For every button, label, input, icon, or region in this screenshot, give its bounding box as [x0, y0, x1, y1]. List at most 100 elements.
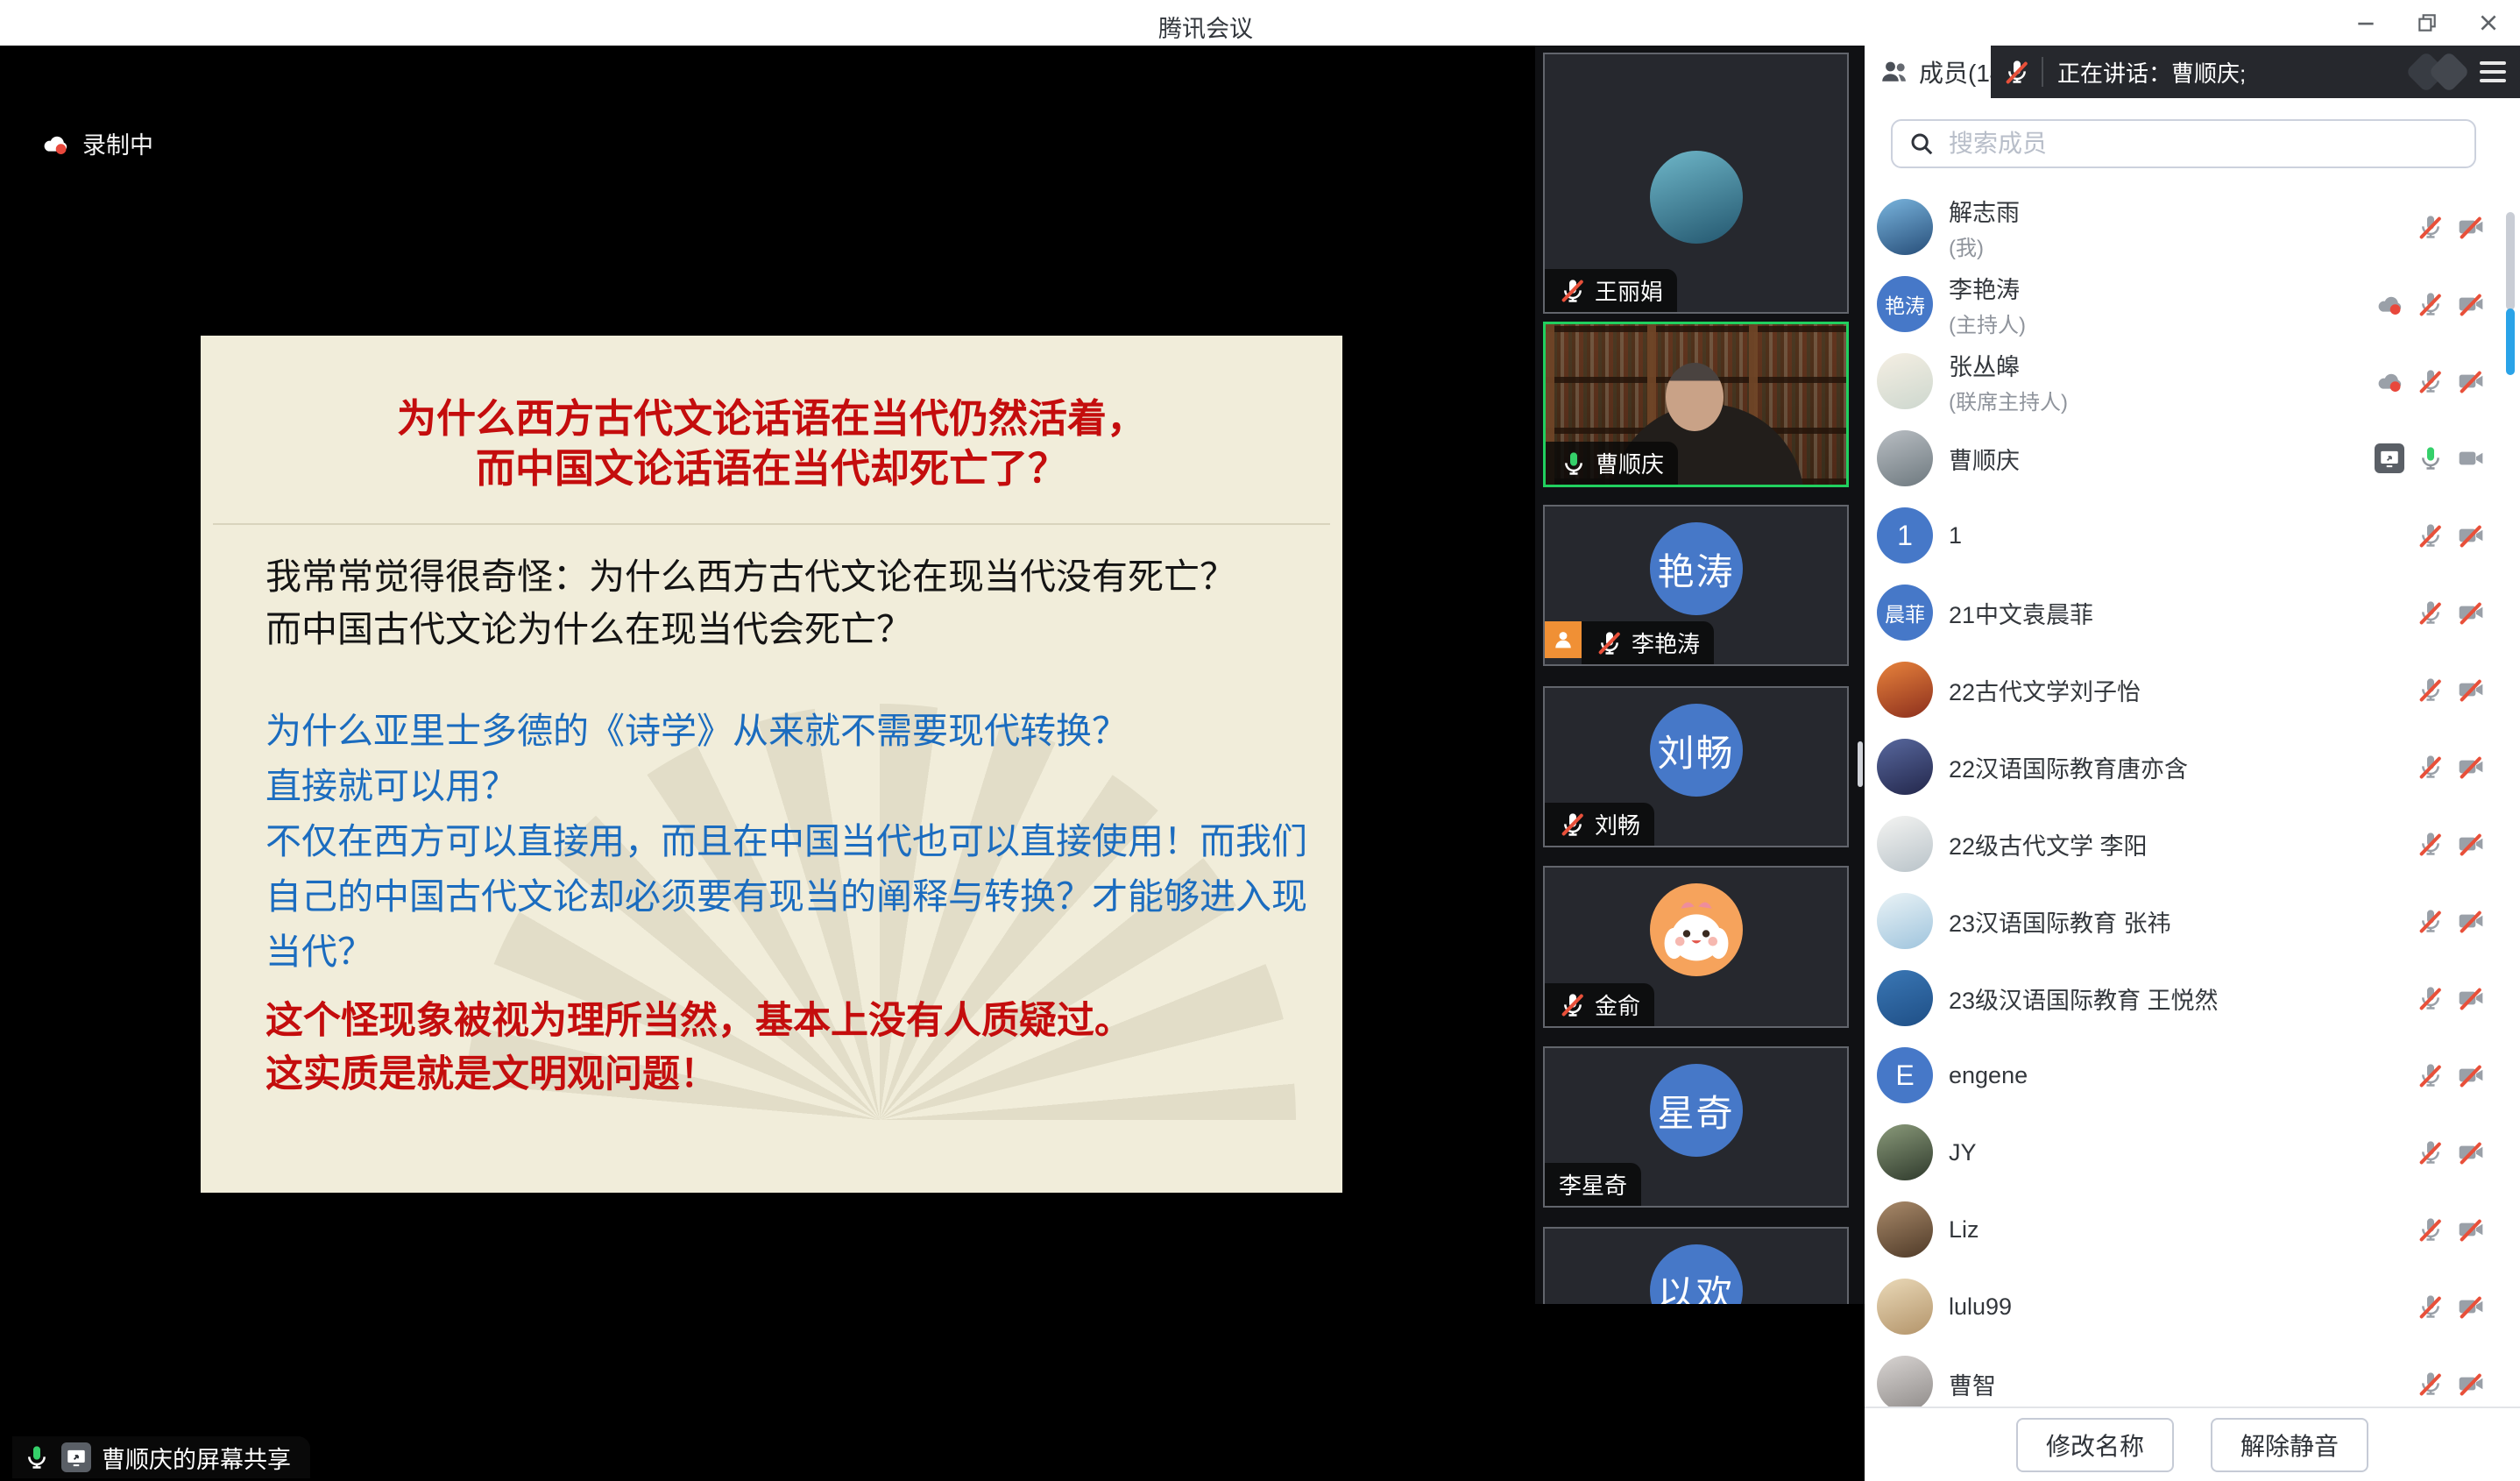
speaking-now-bar: 正在讲话： 曹顺庆; — [1991, 46, 2520, 98]
mic-muted-icon — [2417, 521, 2445, 549]
member-row[interactable]: 艳涛李艳涛(主持人) — [1865, 266, 2520, 343]
tile-name-label: 曹顺庆 — [1546, 442, 1678, 485]
unmute-button[interactable]: 解除静音 — [2211, 1418, 2368, 1472]
avatar — [1877, 739, 1933, 795]
member-row[interactable]: 解志雨(我) — [1865, 188, 2520, 266]
member-row[interactable]: Eengene — [1865, 1037, 2520, 1114]
window-title: 腾讯会议 — [0, 10, 2411, 44]
member-row[interactable]: 22古代文学刘子怡 — [1865, 651, 2520, 728]
camera-off-icon — [2457, 1061, 2485, 1089]
mic-muted-icon — [2417, 599, 2445, 627]
member-role: (主持人) — [1949, 308, 2026, 338]
member-role: (我) — [1949, 230, 2020, 261]
camera-off-icon — [2457, 1293, 2485, 1321]
member-name: engene — [1949, 1062, 2028, 1089]
video-tile[interactable]: 以欢以欢 — [1543, 1227, 1849, 1304]
member-name: 曹智 — [1949, 1367, 1996, 1401]
video-tile[interactable]: 艳涛李艳涛 — [1543, 505, 1849, 666]
minimize-button[interactable] — [2341, 0, 2390, 46]
avatar — [1877, 816, 1933, 872]
restore-button[interactable] — [2403, 0, 2452, 46]
member-row[interactable]: 22汉语国际教育唐亦含 — [1865, 728, 2520, 805]
tile-name-label: 金俞 — [1545, 983, 1654, 1026]
camera-on-icon — [2457, 444, 2485, 472]
video-tile[interactable]: 王丽娟 — [1543, 53, 1849, 314]
search-input[interactable] — [1947, 129, 2459, 159]
mic-muted-icon — [2417, 1293, 2445, 1321]
screen-share-text: 曹顺庆的屏幕共享 — [102, 1441, 291, 1475]
video-tile[interactable]: 刘畅刘畅 — [1543, 686, 1849, 847]
member-row[interactable]: 11 — [1865, 497, 2520, 574]
member-name: 1 — [1949, 522, 1962, 549]
mic-muted-icon — [2417, 1138, 2445, 1166]
video-tile[interactable]: 曹顺庆 — [1543, 322, 1849, 487]
camera-off-icon — [2457, 984, 2485, 1012]
participant-name: 刘畅 — [1595, 808, 1640, 840]
avatar: 刘畅 — [1650, 704, 1743, 797]
speaking-label: 正在讲话： — [2057, 56, 2171, 89]
member-row[interactable]: 23汉语国际教育 张祎 — [1865, 882, 2520, 960]
avatar: 1 — [1877, 507, 1933, 563]
member-row[interactable]: JY — [1865, 1114, 2520, 1191]
member-name: 解志雨 — [1949, 194, 2020, 228]
video-thumbnails-column: 王丽娟曹顺庆艳涛李艳涛刘畅刘畅金俞星奇李星奇以欢以欢 — [1535, 46, 1865, 1304]
window-titlebar: 腾讯会议 — [0, 0, 2520, 46]
members-header: 成员(141) — [1865, 46, 1991, 98]
member-row[interactable]: 曹智 — [1865, 1345, 2520, 1408]
member-row[interactable]: Liz — [1865, 1191, 2520, 1268]
divider — [2042, 57, 2043, 87]
mic-muted-icon — [2417, 290, 2445, 318]
video-tile[interactable]: 金俞 — [1543, 866, 1849, 1028]
shared-screen-area: 录制中 为什么西方古代文论话语在当代仍然活着， 而中国文论话语在当代却死亡了？ … — [0, 46, 1535, 1481]
camera-off-icon — [2457, 213, 2485, 241]
avatar — [1877, 1279, 1933, 1335]
participant-name: 李星奇 — [1559, 1168, 1627, 1201]
members-footer: 修改名称 解除静音 — [1865, 1407, 2520, 1481]
tile-name-label: 刘畅 — [1545, 803, 1654, 846]
avatar — [1877, 662, 1933, 718]
video-column-scrollbar[interactable] — [1858, 741, 1863, 787]
member-name: 23级汉语国际教育 王悦然 — [1949, 981, 2219, 1016]
avatar — [1877, 430, 1933, 486]
member-row[interactable]: 张丛皞(联席主持人) — [1865, 343, 2520, 420]
rename-button[interactable]: 修改名称 — [2016, 1418, 2174, 1472]
camera-off-icon — [2457, 1370, 2485, 1398]
mic-muted-icon — [2417, 753, 2445, 781]
mic-muted-icon — [2417, 1370, 2445, 1398]
avatar: 艳涛 — [1650, 522, 1743, 615]
participant-name: 李艳涛 — [1632, 627, 1700, 659]
slide-title-rule — [213, 523, 1330, 525]
avatar — [1877, 970, 1933, 1026]
member-row[interactable]: lulu99 — [1865, 1268, 2520, 1345]
mic-muted-icon — [1596, 629, 1624, 657]
mic-muted-icon — [2417, 213, 2445, 241]
close-button[interactable] — [2464, 0, 2513, 46]
camera-off-icon — [2457, 367, 2485, 395]
member-name: lulu99 — [1949, 1293, 2012, 1321]
mic-muted-icon — [2417, 1061, 2445, 1089]
members-scrollbar-thumb[interactable] — [2506, 308, 2515, 375]
search-box[interactable] — [1891, 119, 2476, 168]
shared-slide: 为什么西方古代文论话语在当代仍然活着， 而中国文论话语在当代却死亡了？ 我常常觉… — [201, 336, 1342, 1193]
camera-off-icon — [2457, 1215, 2485, 1244]
menu-icon[interactable] — [2480, 61, 2506, 82]
member-row[interactable]: 23级汉语国际教育 王悦然 — [1865, 960, 2520, 1037]
video-tile[interactable]: 星奇李星奇 — [1543, 1046, 1849, 1208]
mic-on-icon — [2417, 444, 2445, 472]
cloud-recording-icon — [42, 130, 70, 158]
member-name: JY — [1949, 1139, 1977, 1166]
member-row[interactable]: 22级古代文学 李阳 — [1865, 805, 2520, 882]
member-row[interactable]: 曹顺庆 — [1865, 420, 2520, 497]
members-scrollbar-track[interactable] — [2506, 212, 2515, 310]
member-name: 曹顺庆 — [1949, 442, 2020, 476]
mic-muted-icon — [1559, 811, 1587, 839]
avatar: E — [1877, 1047, 1933, 1103]
avatar — [1877, 1124, 1933, 1180]
member-row[interactable]: 晨菲21中文袁晨菲 — [1865, 574, 2520, 651]
avatar — [1877, 199, 1933, 255]
slide-paragraph-red: 这个怪现象被视为理所当然，基本上没有人质疑过。 这实质是就是文明观问题！ — [265, 995, 1132, 1102]
speaking-name: 曹顺庆; — [2171, 56, 2246, 89]
avatar: 艳涛 — [1877, 276, 1933, 332]
avatar — [1650, 883, 1743, 976]
tile-name-label: 李艳涛 — [1545, 621, 1714, 664]
